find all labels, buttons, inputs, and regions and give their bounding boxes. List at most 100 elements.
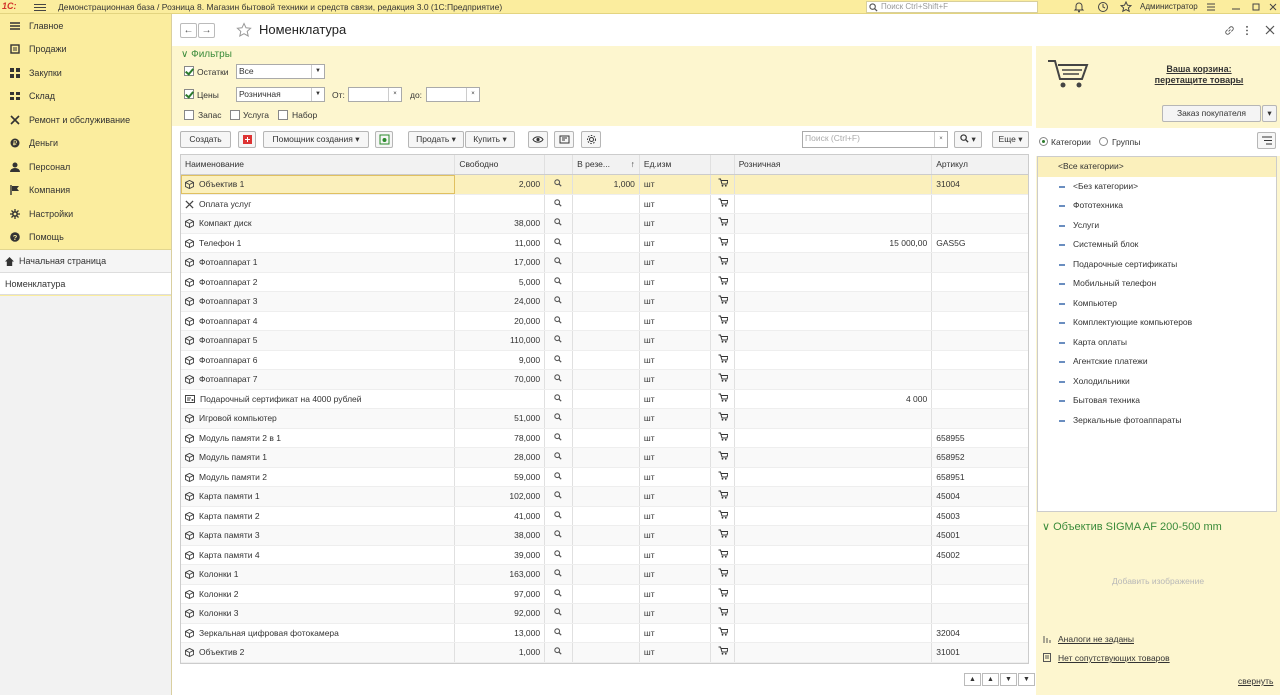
settings-button[interactable]	[581, 131, 601, 148]
cell-stock-lookup[interactable]	[545, 350, 574, 369]
table-row[interactable]: Карта памяти 2 41,000 шт 45003	[181, 506, 1028, 526]
cell-add-to-cart[interactable]	[711, 526, 735, 545]
cell-add-to-cart[interactable]	[711, 292, 735, 311]
table-row[interactable]: Фотоаппарат 3 24,000 шт	[181, 292, 1028, 312]
sidebar-item-company[interactable]: Компания	[0, 179, 171, 203]
clear-icon[interactable]: ×	[388, 88, 401, 101]
price-from-input[interactable]: ×	[348, 87, 402, 102]
cell-name[interactable]: Игровой компьютер	[181, 409, 456, 428]
sidebar-item-staff[interactable]: Персонал	[0, 155, 171, 179]
cell-add-to-cart[interactable]	[711, 506, 735, 525]
table-row[interactable]: Колонки 3 92,000 шт	[181, 604, 1028, 624]
cell-name[interactable]: Объектив 2	[181, 643, 456, 662]
cell-stock-lookup[interactable]	[545, 272, 574, 291]
cell-stock-lookup[interactable]	[545, 467, 574, 486]
clear-icon[interactable]: ×	[466, 88, 479, 101]
cell-add-to-cart[interactable]	[711, 448, 735, 467]
price-to-input[interactable]: ×	[426, 87, 480, 102]
more-vertical-icon[interactable]	[1244, 25, 1250, 36]
cell-add-to-cart[interactable]	[711, 428, 735, 447]
cell-name[interactable]: Зеркальная цифровая фотокамера	[181, 623, 456, 642]
cell-name[interactable]: Колонки 2	[181, 584, 456, 603]
table-row[interactable]: Колонки 2 97,000 шт	[181, 584, 1028, 604]
scroll-bottom-button[interactable]: ▼	[1018, 673, 1035, 686]
cell-add-to-cart[interactable]	[711, 604, 735, 623]
more-button[interactable]: Еще ▾	[992, 131, 1029, 148]
sidebar-item-money[interactable]: ₽ Деньги	[0, 132, 171, 156]
scroll-up-button[interactable]: ▲	[982, 673, 999, 686]
favorites-star-icon[interactable]	[1120, 1, 1132, 13]
sidebar-item-main[interactable]: Главное	[0, 14, 171, 38]
cell-stock-lookup[interactable]	[545, 253, 574, 272]
cell-stock-lookup[interactable]	[545, 409, 574, 428]
global-search-input[interactable]: Поиск Ctrl+Shift+F	[866, 1, 1038, 13]
tree-item-all-categories[interactable]: <Все категории>	[1038, 157, 1276, 177]
tree-item[interactable]: Комплектующие компьютеров	[1038, 313, 1276, 333]
maximize-icon[interactable]	[1250, 1, 1262, 13]
forward-button[interactable]: →	[198, 23, 215, 38]
price-tags-button[interactable]	[554, 131, 574, 148]
cell-add-to-cart[interactable]	[711, 584, 735, 603]
cell-name[interactable]: Фотоаппарат 7	[181, 370, 456, 389]
close-form-icon[interactable]	[1265, 25, 1275, 35]
cell-add-to-cart[interactable]	[711, 311, 735, 330]
table-row[interactable]: Подарочный сертификат на 4000 рублей шт 4 …	[181, 389, 1028, 409]
tree-item[interactable]: <Без категории>	[1038, 177, 1276, 197]
cell-name[interactable]: Карта памяти 4	[181, 545, 456, 564]
tree-settings-button[interactable]	[1257, 132, 1276, 149]
history-icon[interactable]	[1097, 1, 1109, 13]
tree-item[interactable]: Системный блок	[1038, 235, 1276, 255]
table-row[interactable]: Объектив 1 2,000 1,000 шт 31004	[181, 175, 1028, 195]
column-header-reserve[interactable]: В резе... ↑	[573, 155, 640, 174]
favorite-star-icon[interactable]	[236, 22, 252, 38]
cell-add-to-cart[interactable]	[711, 272, 735, 291]
customer-order-button[interactable]: Заказ покупателя	[1162, 105, 1261, 122]
cell-name[interactable]: Модуль памяти 1	[181, 448, 456, 467]
cell-name[interactable]: Модуль памяти 2	[181, 467, 456, 486]
tree-item[interactable]: Фототехника	[1038, 196, 1276, 216]
prices-select[interactable]: Розничная ▼	[236, 87, 325, 102]
create-copy-button[interactable]	[238, 131, 256, 148]
cell-name[interactable]: Фотоаппарат 2	[181, 272, 456, 291]
cell-add-to-cart[interactable]	[711, 487, 735, 506]
cell-add-to-cart[interactable]	[711, 175, 735, 194]
link-icon[interactable]	[1224, 25, 1235, 36]
cell-stock-lookup[interactable]	[545, 214, 574, 233]
cell-name[interactable]: Объектив 3	[181, 662, 456, 663]
cell-add-to-cart[interactable]	[711, 409, 735, 428]
sell-button[interactable]: Продать ▾	[408, 131, 464, 148]
clear-icon[interactable]: ×	[934, 132, 947, 147]
close-icon[interactable]	[1267, 1, 1279, 13]
tree-item[interactable]: Услуги	[1038, 216, 1276, 236]
prices-checkbox[interactable]	[184, 89, 194, 99]
window-menu-icon[interactable]	[1205, 1, 1217, 13]
table-row[interactable]: Карта памяти 4 39,000 шт 45002	[181, 545, 1028, 565]
table-row[interactable]: Объектив 31,000 шт 31002	[181, 662, 1028, 663]
cell-stock-lookup[interactable]	[545, 311, 574, 330]
tree-item[interactable]: Подарочные сертификаты	[1038, 255, 1276, 275]
cell-name[interactable]: Фотоаппарат 6	[181, 350, 456, 369]
cell-add-to-cart[interactable]	[711, 662, 735, 663]
cell-name[interactable]: Объектив 1	[181, 175, 456, 194]
view-button[interactable]	[528, 131, 548, 148]
table-row[interactable]: Игровой компьютер 51,000 шт	[181, 409, 1028, 429]
table-row[interactable]: Фотоаппарат 5 110,000 шт	[181, 331, 1028, 351]
cell-add-to-cart[interactable]	[711, 467, 735, 486]
collapse-link[interactable]: свернуть	[1238, 676, 1273, 686]
cell-stock-lookup[interactable]	[545, 370, 574, 389]
table-row[interactable]: Фотоаппарат 2 5,000 шт	[181, 272, 1028, 292]
table-row[interactable]: Компакт диск 38,000 шт	[181, 214, 1028, 234]
tree-item[interactable]: Карта оплаты	[1038, 333, 1276, 353]
stock-checkbox[interactable]	[184, 66, 194, 76]
cell-name[interactable]: Телефон 1	[181, 233, 456, 252]
column-header-free[interactable]: Свободно	[455, 155, 546, 174]
service-checkbox[interactable]	[230, 110, 240, 120]
related-goods-link[interactable]: Нет сопутствующих товаров	[1058, 653, 1170, 663]
table-row[interactable]: Зеркальная цифровая фотокамера 13,000 шт 32…	[181, 623, 1028, 643]
column-header-unit[interactable]: Ед.изм	[640, 155, 711, 174]
cell-stock-lookup[interactable]	[545, 292, 574, 311]
product-info-heading[interactable]: ∨ Объектив SIGMA AF 200-500 mm	[1042, 520, 1222, 533]
cell-add-to-cart[interactable]	[711, 389, 735, 408]
table-row[interactable]: Оплата услуг шт	[181, 194, 1028, 214]
table-row[interactable]: Карта памяти 1 102,000 шт 45004	[181, 487, 1028, 507]
